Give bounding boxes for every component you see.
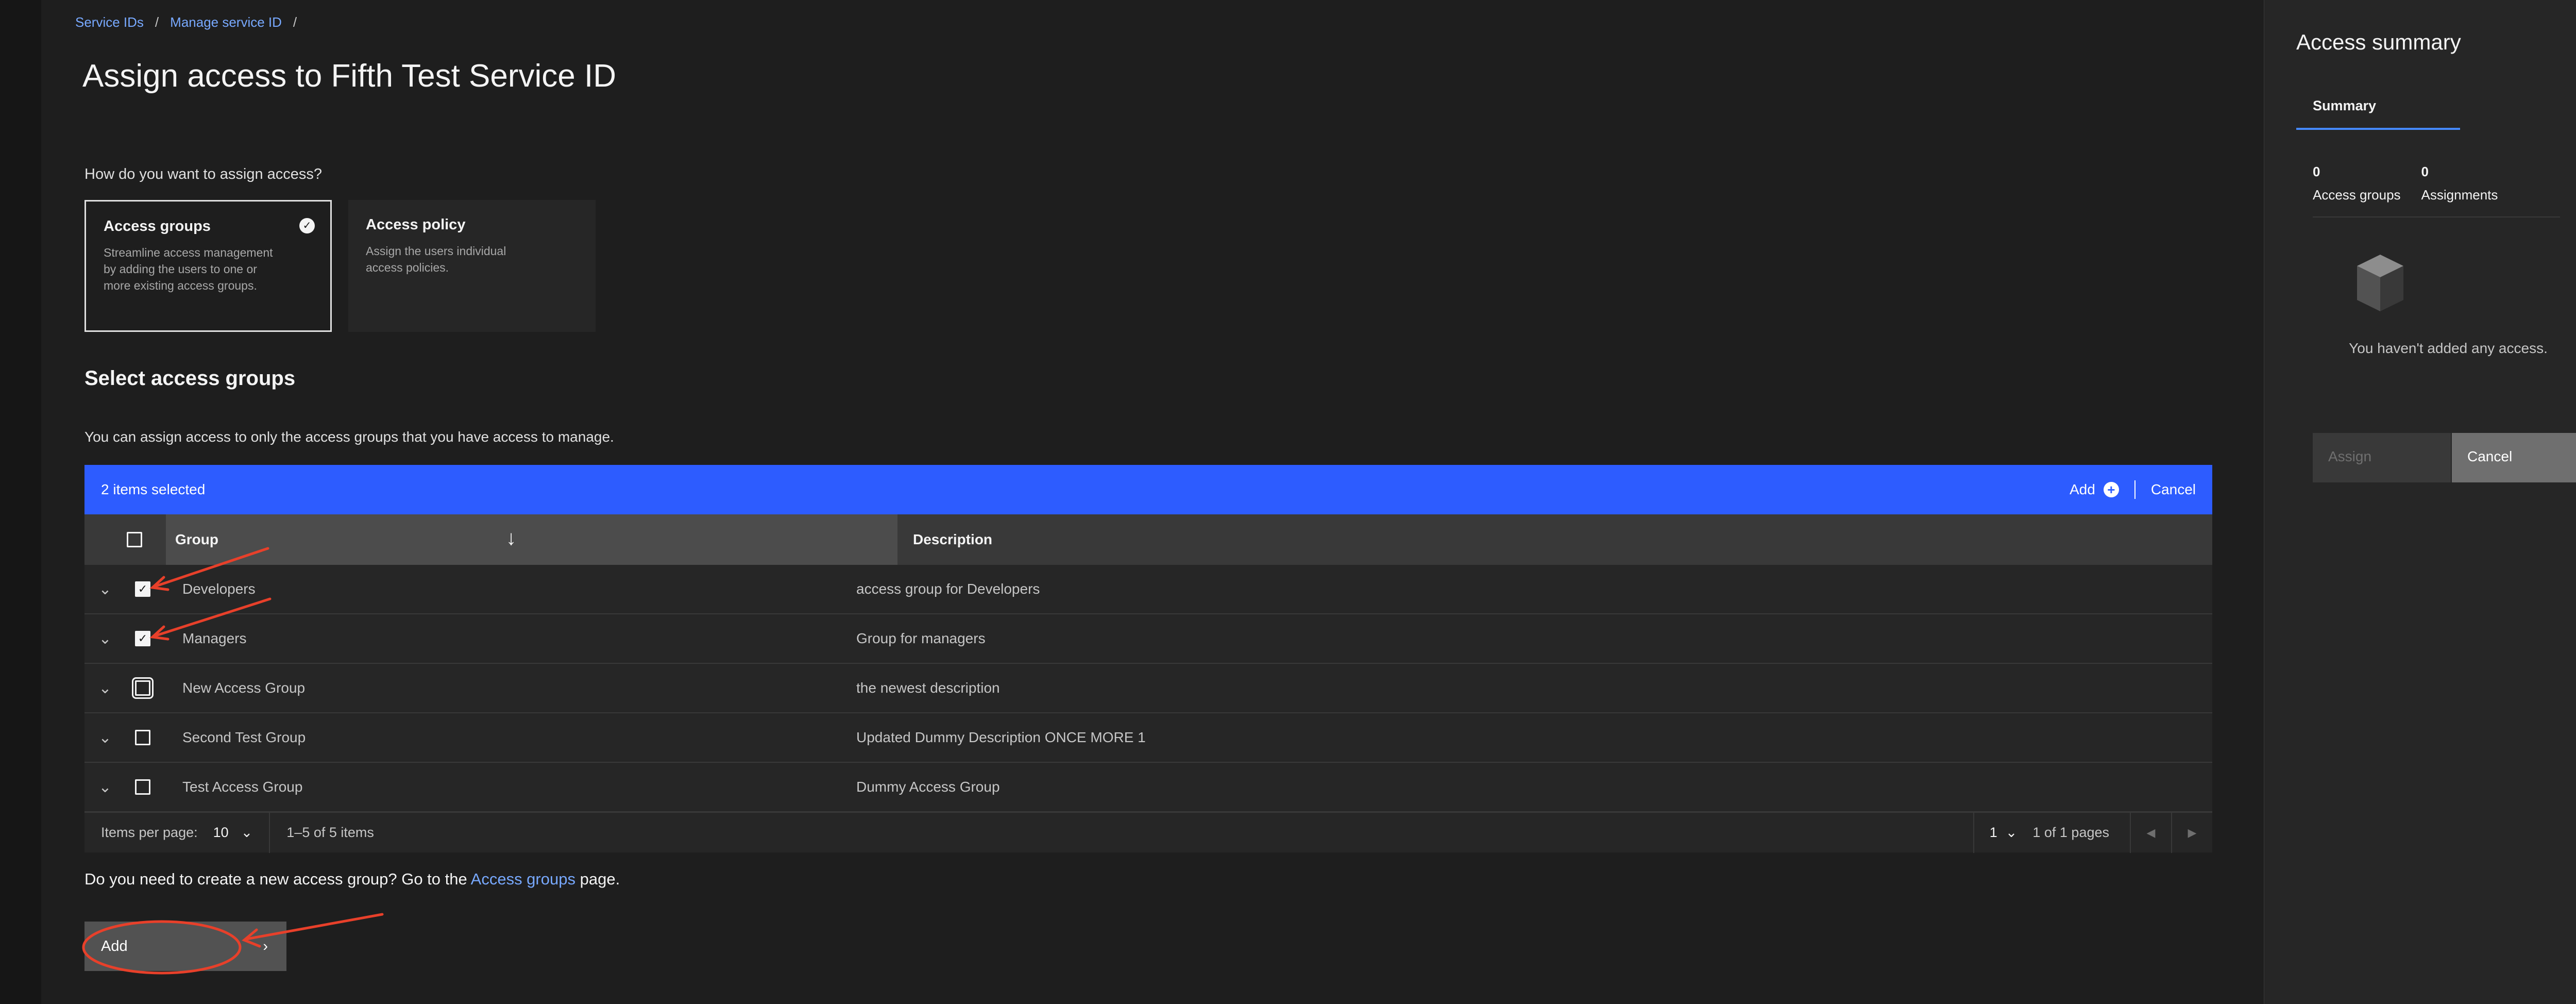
chevron-down-icon[interactable]: ⌄ (84, 580, 126, 598)
section-title: Select access groups (84, 367, 296, 390)
group-description: Updated Dummy Description ONCE MORE 1 (856, 729, 1146, 745)
page-of: 1 of 1 pages (2032, 825, 2109, 840)
divider (2134, 480, 2136, 499)
group-column-header[interactable]: Group ↓ (166, 514, 897, 565)
summary-title: Access summary (2296, 30, 2461, 54)
access-policy-tile[interactable]: Access policy Assign the users individua… (348, 200, 596, 332)
items-per-page-label: Items per page: (101, 825, 198, 840)
group-name: Second Test Group (182, 729, 306, 745)
tile-title: Access policy (366, 216, 466, 233)
assignments-count: 0 (2421, 164, 2429, 179)
access-groups-count-block: 0 Access groups (2313, 164, 2401, 203)
batch-add-label: Add (2070, 481, 2095, 497)
add-filled-icon: + (2103, 482, 2119, 497)
help-suffix: page. (580, 870, 620, 888)
left-rail (0, 0, 41, 1004)
breadcrumb: Service IDs / Manage service ID / (75, 14, 297, 30)
group-description: Dummy Access Group (856, 779, 1000, 795)
select-all-checkbox[interactable] (127, 532, 142, 547)
create-group-help: Do you need to create a new access group… (84, 870, 620, 889)
access-groups-tile[interactable]: Access groups Streamline access manageme… (84, 200, 332, 332)
help-prefix: Do you need to create a new access group… (84, 870, 467, 888)
assignments-count-label: Assignments (2421, 187, 2498, 203)
table-row: ⌄ ✓ Managers Group for managers (84, 614, 2212, 664)
tab-summary[interactable]: Summary (2296, 98, 2460, 130)
page-value: 1 (1989, 825, 1997, 840)
table-row: ⌄ ✓ Developers access group for Develope… (84, 565, 2212, 614)
batch-actions-bar: 2 items selected Add + Cancel (84, 465, 2212, 514)
table-header: Group ↓ Description (84, 514, 2212, 565)
section-description: You can assign access to only the access… (84, 429, 614, 445)
table-row: ⌄ Test Access Group Dummy Access Group (84, 763, 2212, 812)
group-name: New Access Group (182, 680, 306, 696)
caret-left-icon[interactable]: ◀ (2131, 826, 2171, 840)
tile-description: Assign the users individual access polic… (366, 244, 506, 274)
access-groups-count-label: Access groups (2313, 187, 2401, 203)
group-name: Test Access Group (182, 779, 303, 795)
chevron-down-icon: ⌄ (241, 825, 253, 840)
chevron-down-icon[interactable]: ⌄ (84, 630, 126, 648)
select-all-cell (84, 514, 166, 565)
group-description: the newest description (856, 680, 1000, 696)
breadcrumb-separator: / (155, 14, 159, 30)
row-checkbox[interactable]: ✓ (135, 581, 150, 597)
caret-right-icon[interactable]: ▶ (2172, 826, 2212, 840)
tile-description: Streamline access management by adding t… (104, 246, 273, 292)
pagination: Items per page: 10 ⌄ 1–5 of 5 items 1 ⌄ … (84, 812, 2212, 853)
access-groups-table: Group ↓ Description ⌄ ✓ Developers acces… (84, 514, 2212, 853)
chevron-down-icon: ⌄ (2005, 825, 2018, 840)
breadcrumb-service-ids[interactable]: Service IDs (75, 14, 144, 30)
row-checkbox[interactable]: ✓ (135, 631, 150, 646)
cube-icon (2357, 255, 2403, 311)
chevron-down-icon[interactable]: ⌄ (84, 729, 126, 747)
main-content: Service IDs / Manage service ID / Assign… (41, 0, 2264, 1004)
add-button-label: Add (101, 938, 128, 955)
empty-state-message: You haven't added any access. (2349, 340, 2548, 356)
group-description: access group for Developers (856, 581, 1040, 597)
item-range: 1–5 of 5 items (286, 825, 374, 840)
page-select[interactable]: 1 ⌄ (1974, 825, 2033, 841)
summary-counts: 0 Access groups 0 Assignments (2313, 164, 2498, 203)
items-per-page-select[interactable]: 10 ⌄ (213, 825, 253, 841)
checkmark-filled-icon: ✓ (299, 218, 315, 233)
page-title: Assign access to Fifth Test Service ID (82, 58, 617, 94)
items-per-page: Items per page: 10 ⌄ (84, 825, 252, 841)
breadcrumb-separator: / (293, 14, 297, 30)
table-row: ⌄ Second Test Group Updated Dummy Descri… (84, 713, 2212, 763)
assign-method-question: How do you want to assign access? (84, 166, 323, 182)
divider (269, 812, 270, 853)
batch-add-button[interactable]: Add + (2070, 481, 2119, 498)
chevron-right-icon: › (263, 938, 268, 955)
access-summary-panel: Access summary Summary 0 Access groups 0… (2264, 0, 2576, 1004)
cancel-button[interactable]: Cancel (2452, 433, 2576, 482)
row-checkbox[interactable] (135, 730, 150, 745)
divider (2313, 216, 2560, 217)
group-name: Developers (182, 581, 256, 597)
access-groups-link[interactable]: Access groups (471, 870, 575, 888)
assignments-count-block: 0 Assignments (2421, 164, 2498, 203)
arrow-down-icon[interactable]: ↓ (506, 527, 516, 550)
row-checkbox[interactable] (135, 779, 150, 795)
chevron-down-icon[interactable]: ⌄ (84, 679, 126, 697)
table-row: ⌄ New Access Group the newest descriptio… (84, 664, 2212, 713)
description-column-header: Description (913, 531, 993, 547)
batch-cancel-button[interactable]: Cancel (2151, 481, 2196, 498)
group-header-label: Group (175, 531, 218, 547)
assign-button[interactable]: Assign (2313, 433, 2451, 482)
access-groups-count: 0 (2313, 164, 2320, 179)
group-name: Managers (182, 630, 247, 646)
row-checkbox[interactable] (132, 677, 154, 699)
selected-count: 2 items selected (101, 481, 206, 497)
group-description: Group for managers (856, 630, 986, 646)
breadcrumb-manage-service-id[interactable]: Manage service ID (170, 14, 282, 30)
tile-title: Access groups (104, 218, 211, 235)
items-per-page-value: 10 (213, 825, 229, 840)
add-button[interactable]: Add › (84, 922, 286, 971)
chevron-down-icon[interactable]: ⌄ (84, 778, 126, 796)
